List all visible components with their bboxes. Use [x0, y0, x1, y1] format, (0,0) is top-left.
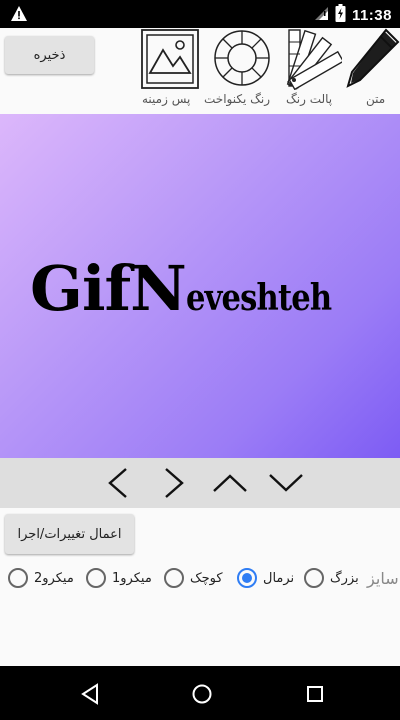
- gif-preview: Gif Neveshteh: [0, 114, 400, 458]
- move-up-button[interactable]: [210, 466, 250, 500]
- size-option-label: بزرگ: [330, 570, 359, 586]
- size-label: سایز:: [367, 569, 400, 588]
- size-option-label: کوچک: [190, 570, 223, 586]
- warning-icon: [10, 5, 28, 26]
- home-button[interactable]: [190, 682, 214, 706]
- chevron-left-icon: [108, 468, 127, 498]
- apply-changes-button[interactable]: اعمال تغییرات/اجرا: [5, 514, 134, 554]
- preview-text-part-1: Gif: [30, 252, 131, 325]
- status-time: 11:38: [351, 6, 392, 24]
- color-swatch-icon: [286, 29, 345, 91]
- chevron-down-icon: [269, 474, 303, 492]
- preview-text-part-3: eveshteh: [185, 277, 332, 319]
- size-option-micro2[interactable]: میکرو2: [8, 568, 74, 588]
- system-navigation-bar: [0, 666, 400, 720]
- radio-circle: [304, 568, 324, 588]
- color-wheel-icon: [214, 30, 270, 86]
- size-option-normal[interactable]: نرمال: [237, 568, 294, 588]
- size-options: میکرو2 میکرو1 کوچک نرمال بزرگ سایز:: [0, 566, 400, 592]
- size-option-large[interactable]: بزرگ: [304, 568, 359, 588]
- background-tool-button[interactable]: [141, 28, 199, 92]
- preview-text: Gif Neveshteh: [30, 252, 357, 325]
- palette-tool-button[interactable]: [284, 28, 345, 92]
- home-icon: [192, 684, 212, 704]
- solid-color-tool-button[interactable]: [212, 28, 272, 92]
- radio-circle: [86, 568, 106, 588]
- move-down-button[interactable]: [266, 466, 306, 500]
- move-left-button[interactable]: [98, 466, 138, 500]
- radio-circle: [237, 568, 257, 588]
- wifi-icon: [313, 5, 329, 25]
- back-button[interactable]: [78, 682, 102, 706]
- toolbar: ذخیره پس زمینه رنگ یکنواخت پالت رنگ متن: [0, 28, 400, 114]
- battery-charging-icon: [335, 4, 346, 26]
- preview-text-part-2: N: [130, 252, 187, 325]
- recents-icon: [307, 686, 323, 702]
- size-option-label: میکرو1: [112, 570, 152, 586]
- back-icon: [81, 683, 98, 705]
- size-option-small[interactable]: کوچک: [164, 568, 223, 588]
- size-option-micro1[interactable]: میکرو1: [86, 568, 152, 588]
- save-button[interactable]: ذخیره: [5, 36, 94, 74]
- background-tool-label: پس زمینه: [142, 92, 191, 106]
- recents-button[interactable]: [303, 682, 327, 706]
- status-bar: 11:38: [0, 0, 400, 28]
- palette-tool-label: پالت رنگ: [286, 92, 333, 106]
- move-controls: [0, 458, 400, 508]
- pencil-icon: [346, 28, 400, 88]
- image-icon: [141, 29, 199, 89]
- chevron-up-icon: [213, 474, 247, 492]
- move-right-button[interactable]: [154, 466, 194, 500]
- text-tool-label: متن: [366, 92, 386, 106]
- solid-color-tool-label: رنگ یکنواخت: [204, 92, 271, 106]
- radio-circle: [8, 568, 28, 588]
- chevron-right-icon: [165, 468, 184, 498]
- size-option-label: میکرو2: [34, 570, 74, 586]
- text-tool-button[interactable]: [346, 28, 400, 92]
- radio-circle: [164, 568, 184, 588]
- size-option-label: نرمال: [263, 570, 295, 586]
